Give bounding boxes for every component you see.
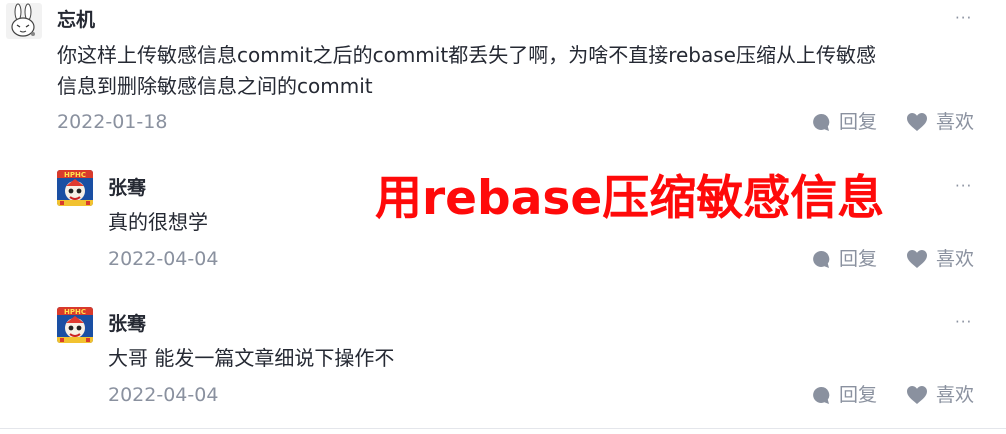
reply-author[interactable]: 张骞 bbox=[108, 312, 146, 336]
reply-label: 回复 bbox=[839, 111, 878, 133]
avatar[interactable] bbox=[6, 3, 42, 39]
heart-icon bbox=[907, 386, 927, 404]
overlay-title: 用rebase压缩敏感信息 bbox=[375, 171, 885, 226]
reply-button[interactable]: 回复 bbox=[811, 383, 877, 407]
reply-button[interactable]: 回复 bbox=[811, 247, 877, 271]
chat-bubble-icon bbox=[813, 386, 830, 404]
like-button[interactable]: 喜欢 bbox=[906, 383, 974, 407]
like-button[interactable]: 喜欢 bbox=[906, 247, 974, 271]
reply-date: 2022-04-04 bbox=[108, 384, 219, 406]
comment-author[interactable]: 忘机 bbox=[57, 8, 95, 32]
comment-text-line-2: 信息到删除敏感信息之间的commit bbox=[57, 74, 373, 98]
reply-text: 大哥 能发一篇文章细说下操作不 bbox=[108, 346, 395, 370]
comment-date: 2022-01-18 bbox=[57, 111, 168, 133]
svg-text:HPHC: HPHC bbox=[64, 308, 86, 316]
like-button[interactable]: 喜欢 bbox=[906, 110, 974, 134]
heart-icon bbox=[907, 113, 927, 131]
comment-thread: 忘机 ··· 你这样上传敏感信息commit之后的commit都丢失了啊，为啥不… bbox=[0, 0, 1006, 434]
reply-date: 2022-04-04 bbox=[108, 248, 219, 270]
reply-button[interactable]: 回复 bbox=[811, 110, 877, 134]
more-options-icon[interactable]: ··· bbox=[955, 312, 972, 332]
avatar[interactable]: HPHC bbox=[57, 307, 93, 343]
chat-bubble-icon bbox=[813, 250, 830, 268]
like-label: 喜欢 bbox=[936, 111, 975, 133]
chat-bubble-icon bbox=[813, 113, 830, 131]
heart-icon bbox=[907, 250, 927, 268]
comment-text-line-1: 你这样上传敏感信息commit之后的commit都丢失了啊，为啥不直接rebas… bbox=[57, 43, 876, 67]
reply-text: 真的很想学 bbox=[108, 210, 208, 234]
reply-label: 回复 bbox=[839, 384, 878, 406]
more-options-icon[interactable]: ··· bbox=[955, 8, 972, 28]
divider bbox=[0, 428, 1006, 429]
svg-text:HPHC: HPHC bbox=[64, 171, 86, 179]
more-options-icon[interactable]: ··· bbox=[955, 176, 972, 196]
avatar[interactable]: HPHC bbox=[57, 170, 93, 206]
reply-author[interactable]: 张骞 bbox=[108, 176, 146, 200]
like-label: 喜欢 bbox=[936, 248, 975, 270]
like-label: 喜欢 bbox=[936, 384, 975, 406]
reply-label: 回复 bbox=[839, 248, 878, 270]
